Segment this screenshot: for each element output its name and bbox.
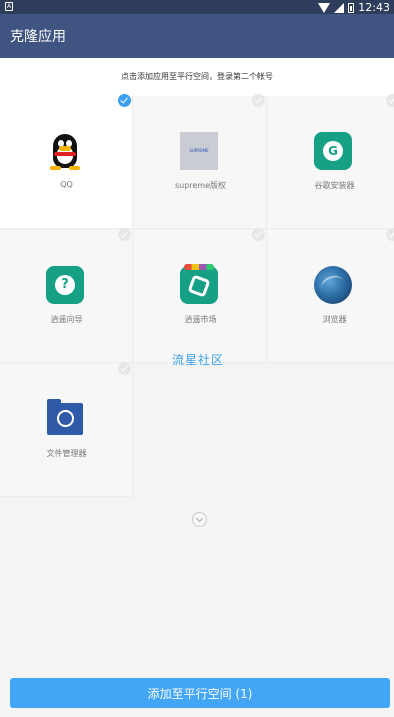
status-icons: 12:43 [318,1,390,14]
app-cell-supreme[interactable]: SUPREME supreme版权 [134,94,267,229]
app-bar: 克隆应用 [0,14,394,58]
app-cell-qq[interactable]: QQ [0,94,133,229]
add-to-parallel-space-button[interactable]: 添加至平行空间 (1) [10,678,390,708]
app-label: 文件管理器 [46,449,87,458]
checkmark-icon[interactable] [118,94,131,107]
app-cell-file-manager[interactable]: 文件管理器 [0,362,133,497]
help-icon: ? [46,266,84,304]
app-label: 浏览器 [322,315,347,324]
checkmark-icon[interactable] [386,94,394,107]
checkmark-icon[interactable] [118,228,131,241]
clock: 12:43 [358,1,390,14]
folder-icon [46,399,84,438]
expand-chevron-icon[interactable] [192,512,207,527]
globe-icon [314,266,352,304]
status-bar: A 12:43 [0,0,394,14]
watermark-text: 流星社区 [172,353,225,367]
market-icon [180,264,218,304]
page-title: 克隆应用 [10,29,66,45]
checkmark-icon[interactable] [118,362,131,375]
app-label: 逍遥向导 [50,315,83,324]
hint-text: 点击添加应用至平行空间，登录第二个帐号 [0,58,394,96]
notification-icon: A [5,2,13,11]
checkmark-icon[interactable] [252,94,265,107]
signal-icon [334,2,345,13]
app-cell-google-installer[interactable]: G 谷歌安装器 [268,94,394,229]
app-cell-browser[interactable]: 浏览器 [268,228,394,363]
checkmark-icon[interactable] [252,228,265,241]
supreme-image-icon: SUPREME [180,132,218,170]
wifi-icon [318,2,331,13]
google-installer-icon: G [314,132,352,170]
battery-icon [348,2,355,13]
app-label: supreme版权 [174,181,227,190]
app-cell-market[interactable]: 逍遥市场 [134,228,267,363]
app-label: 谷歌安装器 [314,181,355,190]
app-label: 逍遥市场 [184,315,217,324]
app-cell-guide[interactable]: ? 逍遥向导 [0,228,133,363]
checkmark-icon[interactable] [386,228,394,241]
qq-penguin-icon [46,132,84,170]
app-label: QQ [60,180,73,189]
